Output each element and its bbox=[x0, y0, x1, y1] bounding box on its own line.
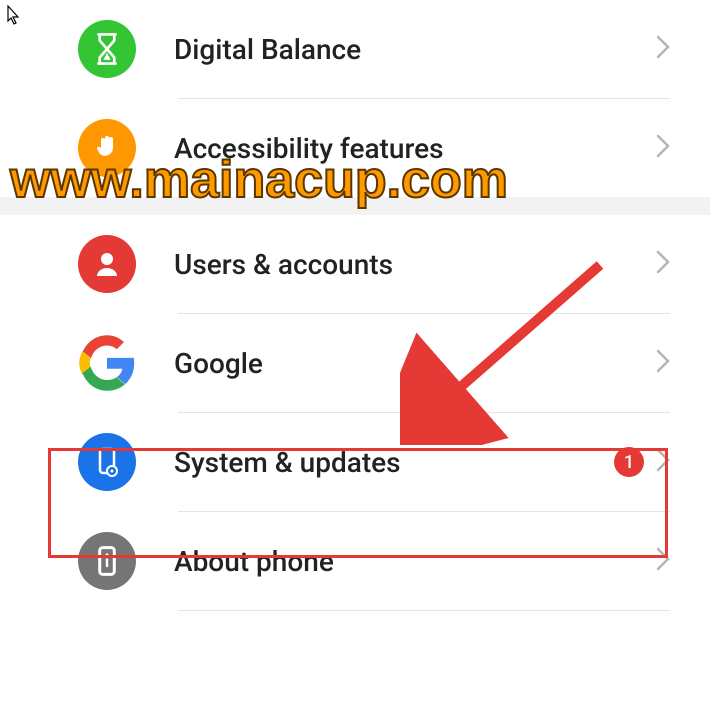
phone-gear-icon bbox=[78, 433, 136, 491]
item-label: About phone bbox=[174, 545, 656, 578]
settings-item-system-updates[interactable]: System & updates 1 bbox=[0, 413, 710, 511]
chevron-right-icon bbox=[656, 349, 670, 377]
settings-item-digital-balance[interactable]: Digital Balance bbox=[0, 0, 710, 98]
notification-badge: 1 bbox=[614, 447, 644, 477]
phone-info-icon bbox=[78, 532, 136, 590]
item-label: Users & accounts bbox=[174, 248, 656, 281]
settings-item-about-phone[interactable]: About phone bbox=[0, 512, 710, 610]
item-label: System & updates bbox=[174, 446, 614, 479]
google-icon bbox=[78, 334, 136, 392]
divider bbox=[178, 610, 670, 611]
hourglass-icon bbox=[78, 20, 136, 78]
chevron-right-icon bbox=[656, 547, 670, 575]
settings-item-google[interactable]: Google bbox=[0, 314, 710, 412]
settings-item-users-accounts[interactable]: Users & accounts bbox=[0, 215, 710, 313]
settings-list: Digital Balance Accessibility features U… bbox=[0, 0, 710, 611]
item-label: Digital Balance bbox=[174, 33, 656, 66]
settings-item-accessibility[interactable]: Accessibility features bbox=[0, 99, 710, 197]
chevron-right-icon bbox=[656, 134, 670, 162]
chevron-right-icon bbox=[656, 250, 670, 278]
item-label: Accessibility features bbox=[174, 132, 656, 165]
item-label: Google bbox=[174, 347, 656, 380]
person-icon bbox=[78, 235, 136, 293]
chevron-right-icon bbox=[656, 448, 670, 476]
section-gap bbox=[0, 197, 710, 215]
chevron-right-icon bbox=[656, 35, 670, 63]
hand-icon bbox=[78, 119, 136, 177]
